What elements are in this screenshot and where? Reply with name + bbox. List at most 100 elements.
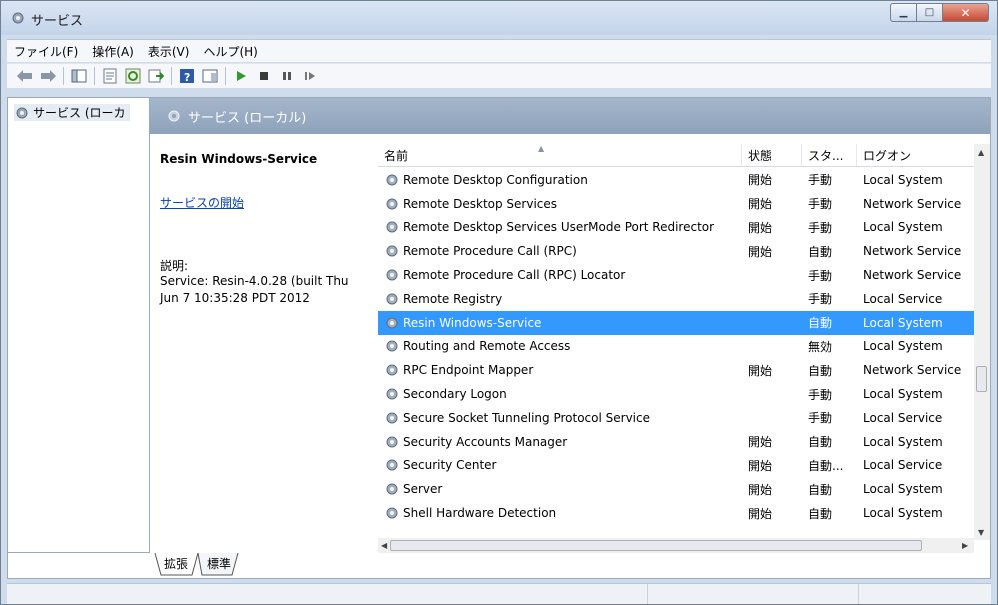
service-state: 開始 — [748, 482, 773, 497]
service-startup-type: 自動 — [808, 244, 833, 259]
close-button[interactable]: ✕ — [943, 3, 989, 22]
service-gear-icon — [386, 293, 398, 305]
service-gear-icon — [386, 317, 398, 329]
service-row[interactable]: Secondary Logon 手動 Local System — [378, 382, 974, 406]
menu-view[interactable]: 表示(V) — [141, 43, 197, 60]
service-logon: Network Service — [863, 268, 962, 283]
back-button[interactable] — [15, 66, 35, 86]
toolbar-separator — [94, 67, 95, 85]
scroll-left-icon[interactable]: ◀ — [381, 541, 387, 550]
status-segment — [648, 584, 859, 604]
forward-arrow-icon — [41, 70, 56, 82]
column-header-logon[interactable]: ログオン — [857, 144, 974, 166]
properties-button[interactable] — [100, 66, 120, 86]
vertical-scroll-thumb[interactable] — [976, 366, 987, 392]
pause-icon — [283, 72, 291, 80]
service-row[interactable]: Shell Hardware Detection 開始 自動 Local System — [378, 501, 974, 525]
service-row[interactable]: Remote Desktop Services UserMode Port Re… — [378, 216, 974, 240]
service-row[interactable]: Security Center 開始 自動... Local Service — [378, 454, 974, 478]
view-button[interactable] — [200, 66, 220, 86]
service-name-cell: Secure Socket Tunneling Protocol Service — [378, 410, 742, 426]
tree-node-label: サービス (ローカ — [33, 106, 126, 120]
column-header-startup[interactable]: スタ... — [802, 144, 857, 166]
selected-service-name: Resin Windows-Service — [160, 152, 318, 166]
service-state: 開始 — [748, 197, 773, 212]
service-row[interactable]: Resin Windows-Service 自動 Local System — [378, 310, 974, 335]
menu-file[interactable]: ファイル(F) — [7, 43, 85, 60]
service-state: 開始 — [748, 363, 773, 378]
service-gear-icon — [386, 388, 398, 400]
service-row[interactable]: Secure Socket Tunneling Protocol Service… — [378, 406, 974, 430]
tab-standard[interactable]: 標準 — [207, 555, 231, 572]
service-gear-icon — [386, 245, 398, 257]
svg-text:?: ? — [184, 71, 190, 84]
service-row[interactable]: Server 開始 自動 Local System — [378, 477, 974, 501]
menu-action[interactable]: 操作(A) — [85, 43, 141, 60]
forward-button[interactable] — [38, 66, 58, 86]
service-name: Secondary Logon — [403, 387, 507, 402]
service-row[interactable]: Routing and Remote Access 無効 Local System — [378, 335, 974, 359]
console-tree: サービス (ローカ — [8, 98, 150, 552]
show-hide-tree-button[interactable] — [69, 66, 89, 86]
services-pane: サービス (ローカル) Resin Windows-Service サービスの開… — [150, 98, 990, 554]
scroll-right-icon[interactable]: ▶ — [962, 541, 968, 550]
service-row[interactable]: Remote Registry 手動 Local Service — [378, 287, 974, 311]
window-title: サービス — [31, 14, 84, 29]
start-service-button[interactable] — [231, 66, 251, 86]
toolbar-separator — [171, 67, 172, 85]
help-button[interactable]: ? — [177, 66, 197, 86]
toolbar-separator — [225, 67, 226, 85]
service-row[interactable]: Remote Procedure Call (RPC) Locator 手動 Net… — [378, 263, 974, 287]
service-startup-type: 自動 — [808, 506, 833, 521]
service-name: Remote Desktop Services — [403, 196, 558, 211]
tab-extended[interactable]: 拡張 — [164, 555, 188, 572]
list-vertical-scrollbar[interactable]: ▲ ▼ — [974, 144, 990, 540]
service-row[interactable]: RPC Endpoint Mapper 開始 自動 Network Service — [378, 358, 974, 382]
tree-node-services[interactable]: サービス (ローカ — [14, 104, 130, 121]
service-logon: Local System — [863, 315, 943, 330]
menu-bar: ファイル(F) 操作(A) 表示(V) ヘルプ(H) — [7, 39, 991, 62]
service-row[interactable]: Remote Desktop Services 開始 手動 Network Servi… — [378, 192, 974, 216]
restart-service-button[interactable] — [300, 66, 320, 86]
service-logon: Network Service — [863, 244, 962, 259]
play-icon — [237, 71, 246, 81]
title-bar[interactable]: サービス ▁ □ ✕ — [1, 1, 997, 35]
service-startup-type: 手動 — [808, 197, 833, 212]
service-name: Remote Desktop Configuration — [403, 172, 588, 187]
properties-icon — [103, 68, 117, 84]
maximize-button[interactable]: □ — [917, 3, 943, 22]
list-horizontal-scrollbar[interactable]: ◀ ▶ — [378, 538, 974, 554]
maximize-icon: □ — [924, 7, 935, 18]
horizontal-scroll-thumb[interactable] — [390, 540, 922, 551]
pause-service-button[interactable] — [277, 66, 297, 86]
service-state: 開始 — [748, 435, 773, 450]
description-pane: Resin Windows-Service サービスの開始 説明: Servic… — [150, 134, 378, 554]
service-name: Server — [403, 482, 443, 497]
service-logon: Local Service — [863, 291, 943, 306]
toolbar-separator — [63, 67, 64, 85]
minimize-button[interactable]: ▁ — [890, 3, 917, 22]
service-gear-icon — [386, 174, 398, 186]
service-row[interactable]: Security Accounts Manager 開始 自動 Local Syste… — [378, 430, 974, 454]
service-name-cell: Shell Hardware Detection — [378, 505, 742, 521]
export-list-button[interactable] — [146, 66, 166, 86]
column-header-name[interactable]: 名前 ▲ — [378, 144, 742, 166]
service-logon: Local System — [863, 387, 943, 402]
service-name-cell: Security Center — [378, 457, 742, 473]
service-state: 開始 — [748, 244, 773, 259]
service-startup-type: 無効 — [808, 339, 833, 354]
service-row[interactable]: Remote Desktop Configuration 開始 手動 Local Sy… — [378, 168, 974, 192]
service-name-cell: Remote Desktop Services UserMode Port Re… — [378, 219, 742, 235]
menu-help[interactable]: ヘルプ(H) — [196, 43, 264, 60]
service-startup-type: 自動 — [808, 316, 833, 331]
stop-icon — [260, 72, 268, 80]
service-logon: Local System — [863, 339, 943, 354]
start-service-link[interactable]: サービスの開始 — [160, 194, 244, 211]
column-header-state[interactable]: 状態 — [742, 144, 802, 166]
scroll-down-icon[interactable]: ▼ — [978, 528, 984, 537]
stop-service-button[interactable] — [254, 66, 274, 86]
minimize-icon: ▁ — [899, 7, 908, 18]
service-row[interactable]: Remote Procedure Call (RPC) 開始 自動 Network S… — [378, 239, 974, 263]
refresh-button[interactable] — [123, 66, 143, 86]
scroll-up-icon[interactable]: ▲ — [978, 148, 984, 157]
